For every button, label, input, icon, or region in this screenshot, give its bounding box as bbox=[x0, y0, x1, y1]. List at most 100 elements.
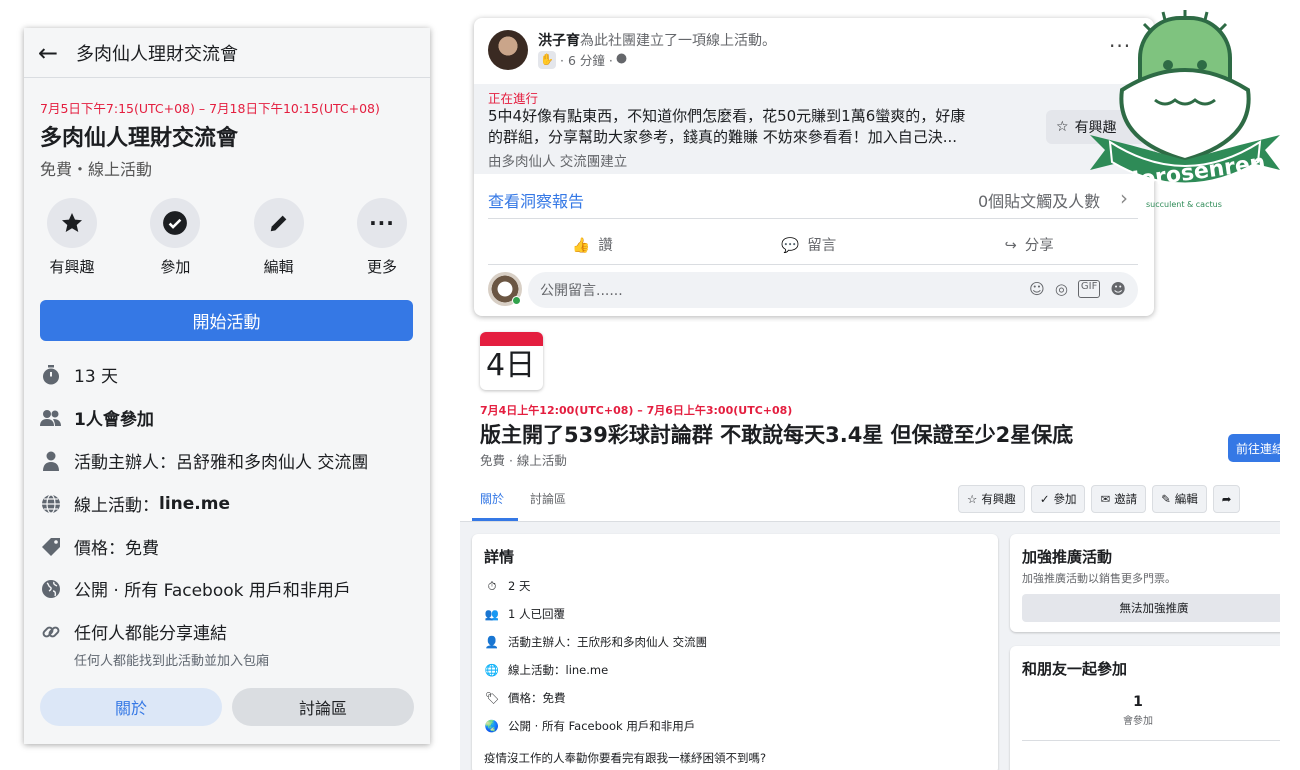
author-name[interactable]: 洪子育 bbox=[538, 33, 580, 49]
author-avatar[interactable] bbox=[488, 30, 528, 70]
insights-link[interactable]: 查看洞察報告 bbox=[488, 188, 584, 212]
star-icon bbox=[47, 198, 97, 248]
thumbs-up-icon: 👍 bbox=[572, 237, 591, 254]
more-button[interactable]: ··· 更多 bbox=[350, 198, 414, 277]
share-label: 分享 bbox=[1024, 237, 1054, 254]
panel-tabs: 關於 討論區 bbox=[40, 688, 414, 726]
post-text-line1: 5中4好像有點東西，不知道你們怎麼看，花50元賺到1萬6蠻爽的，好康 bbox=[488, 107, 966, 125]
start-event-button[interactable]: 開始活動 bbox=[40, 300, 413, 341]
duration-text: 13 天 bbox=[74, 367, 119, 387]
going-label: 參加 bbox=[160, 258, 191, 276]
tab-about[interactable]: 關於 bbox=[40, 688, 222, 726]
online-text: 線上活動：line.me bbox=[508, 663, 609, 677]
tab-discussion[interactable]: 討論區 bbox=[232, 688, 414, 726]
friends-heading: 和朋友一起參加 bbox=[1022, 660, 1128, 678]
invite-label: 邀請 bbox=[1114, 492, 1138, 506]
like-label: 讚 bbox=[598, 237, 613, 254]
person-icon: 👤 bbox=[484, 635, 500, 649]
post-time: · 6 分鐘 · bbox=[560, 53, 613, 68]
event-tabs: 關於 討論區 bbox=[480, 490, 566, 507]
comment-input[interactable]: 公開留言...... ☺ ◎ GIF ☻ bbox=[528, 272, 1138, 308]
camera-icon[interactable]: ◎ bbox=[1055, 280, 1068, 298]
header-title: 多肉仙人理財交流會 bbox=[76, 43, 238, 65]
duration-row: ⏱ 2 天 bbox=[484, 578, 531, 594]
interested-button[interactable]: ☆ 有興趣 bbox=[958, 485, 1025, 513]
globe-icon: 🌐 bbox=[484, 663, 500, 677]
pencil-icon: ✎ bbox=[1161, 492, 1171, 506]
host-row: 活動主辦人：呂舒雅和多肉仙人 交流團 bbox=[40, 448, 368, 473]
price-text: 價格：免費 bbox=[508, 691, 566, 705]
goto-link-button[interactable]: 前往連結 bbox=[1228, 434, 1280, 462]
globe-icon bbox=[40, 493, 62, 515]
comment-bubble-icon: 💬 bbox=[781, 237, 800, 254]
replied-row: 👥 1 人已回覆 bbox=[484, 606, 565, 622]
emoji-icon[interactable]: ☺ bbox=[1029, 280, 1045, 298]
reaction-bar: 👍 讚 💬 留言 ↪ 分享 bbox=[488, 226, 1138, 262]
host-text: 活動主辦人：王欣彤和多肉仙人 交流團 bbox=[508, 635, 708, 649]
logo-tagline: succulent & cactus bbox=[1146, 200, 1222, 209]
event-subtitle: 免費 · 線上活動 bbox=[480, 453, 567, 468]
sticker-icon[interactable]: ☻ bbox=[1110, 280, 1126, 298]
like-button[interactable]: 👍 讚 bbox=[572, 234, 613, 255]
going-button[interactable]: ✓ 參加 bbox=[1030, 485, 1086, 513]
wave-icon[interactable]: ✋ bbox=[538, 50, 556, 69]
online-row: 線上活動： line.me bbox=[40, 491, 230, 516]
host-text: 活動主辦人：呂舒雅和多肉仙人 交流團 bbox=[74, 453, 369, 473]
details-card: 詳情 ⏱ 2 天 👥 1 人已回覆 👤 活動主辦人：王欣彤和多肉仙人 交流團 🌐 線上活… bbox=[472, 534, 998, 770]
pencil-icon bbox=[253, 198, 304, 248]
privacy-text: 公開 · 所有 Facebook 用戶和非用戶 bbox=[508, 719, 696, 733]
comment-label: 留言 bbox=[807, 237, 837, 254]
online-link[interactable]: line.me bbox=[159, 494, 230, 514]
star-outline-icon: ☆ bbox=[1056, 119, 1069, 135]
public-small-icon bbox=[616, 52, 627, 67]
edit-button[interactable]: ✎ 編輯 bbox=[1152, 485, 1207, 513]
share-row: 任何人都能分享連結 bbox=[40, 619, 227, 644]
check-circle-icon: ✓ bbox=[1039, 492, 1050, 506]
boost-card: 加強推廣活動 加強推廣活動以銷售更多門票。 無法加強推廣 bbox=[1010, 534, 1280, 632]
price-row: 價格：免費 bbox=[40, 534, 159, 559]
share-subtext: 任何人都能找到此活動並加入包廂 bbox=[74, 654, 270, 669]
share-button[interactable]: ↪ 分享 bbox=[1005, 234, 1054, 255]
stopwatch-icon: ⏱ bbox=[487, 578, 497, 593]
calendar-day: 4日 bbox=[486, 348, 536, 383]
boost-button[interactable]: 無法加強推廣 bbox=[1022, 594, 1280, 622]
calendar-badge: 4日 bbox=[480, 332, 543, 390]
going-button[interactable]: 參加 bbox=[143, 198, 207, 277]
star-outline-icon: ☆ bbox=[967, 492, 978, 506]
interested-label: 有興趣 bbox=[49, 258, 95, 276]
event-title: 版主開了539彩球討論群 不敢說每天3.4星 但保證至少2星保底 bbox=[480, 423, 1074, 447]
comment-button[interactable]: 💬 留言 bbox=[781, 234, 836, 255]
post-group-source: 由多肉仙人 交流團建立 bbox=[488, 154, 628, 170]
desktop-event-page: 4日 7月4日上午12:00(UTC+08) – 7月6日上午3:00(UTC+… bbox=[460, 322, 1280, 770]
stopwatch-icon bbox=[40, 364, 62, 386]
duration-text: 2 天 bbox=[508, 579, 531, 593]
more-icon: ··· bbox=[356, 198, 407, 248]
share-arrow-icon: ↪ bbox=[1004, 237, 1017, 254]
attending-row: 1人會參加 bbox=[40, 405, 154, 430]
live-label: 正在進行 bbox=[488, 91, 539, 106]
tag-icon bbox=[40, 536, 62, 558]
comment-placeholder: 公開留言...... bbox=[540, 283, 623, 299]
boost-subtext: 加強推廣活動以銷售更多門票。 bbox=[1022, 572, 1176, 585]
going-caption: 會參加 bbox=[1123, 716, 1153, 727]
share-button[interactable]: ➦ bbox=[1212, 485, 1241, 513]
host-row: 👤 活動主辦人：王欣彤和多肉仙人 交流團 bbox=[484, 634, 707, 650]
edit-button[interactable]: 編輯 bbox=[247, 198, 311, 277]
event-subtitle: 免費・線上活動 bbox=[40, 160, 153, 179]
mobile-event-panel: ← 多肉仙人理財交流會 7月5日下午7:15(UTC+08) – 7月18日下午… bbox=[24, 28, 430, 744]
post-text: 5中4好像有點東西，不知道你們怎麼看，花50元賺到1萬6蠻爽的，好康 的群組，分… bbox=[488, 106, 1028, 148]
tab-about[interactable]: 關於 bbox=[480, 490, 504, 507]
public-globe-icon: 🌏 bbox=[484, 719, 500, 733]
post-author-line: 洪子育為此社團建立了一項線上活動。 bbox=[538, 30, 776, 50]
calendar-header bbox=[480, 332, 543, 346]
shared-event-preview[interactable]: 正在進行 5中4好像有點東西，不知道你們怎麼看，花50元賺到1萬6蠻爽的，好康 … bbox=[474, 84, 1154, 174]
tab-discussion[interactable]: 討論區 bbox=[530, 490, 566, 507]
panel-header: ← 多肉仙人理財交流會 bbox=[24, 28, 430, 78]
post-action-text: 為此社團建立了一項線上活動。 bbox=[580, 33, 776, 49]
invite-button[interactable]: ✉ 邀請 bbox=[1091, 485, 1147, 513]
more-label: 更多 bbox=[366, 258, 397, 276]
gif-icon[interactable]: GIF bbox=[1077, 280, 1101, 298]
interested-button[interactable]: 有興趣 bbox=[40, 198, 104, 277]
online-status-dot bbox=[512, 296, 521, 305]
back-arrow-icon[interactable]: ← bbox=[38, 39, 68, 67]
